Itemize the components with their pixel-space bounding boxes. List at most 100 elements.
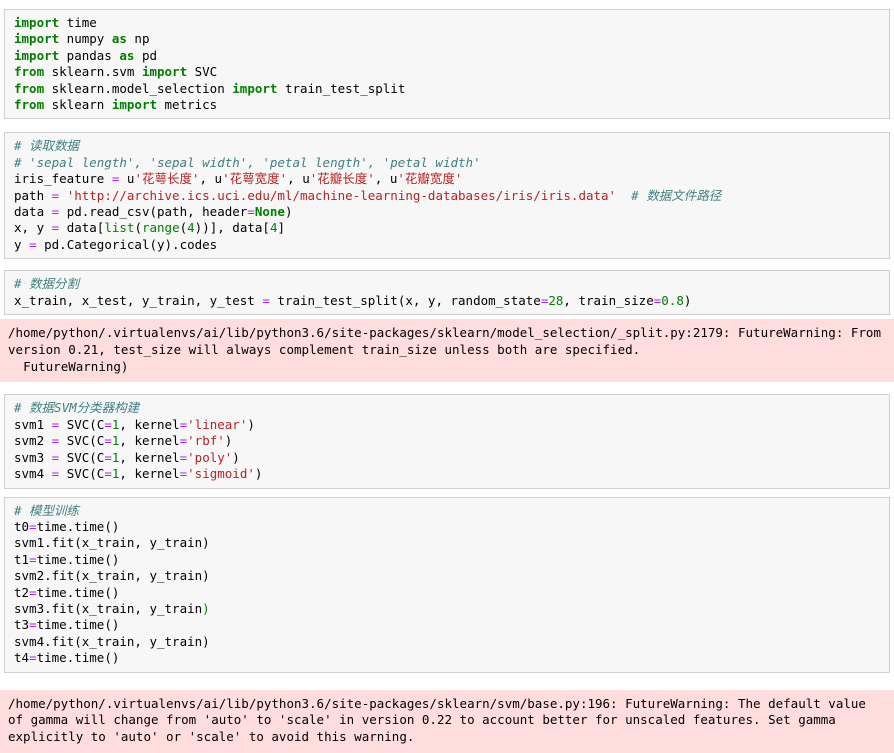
code-token: = (104, 416, 112, 432)
code-line: svm4 = SVC(C=1, kernel='sigmoid') (14, 466, 889, 482)
code-token: data[ (59, 220, 105, 236)
code-token: = (29, 584, 37, 600)
code-token: 4 (187, 220, 195, 236)
code-line: t3=time.time() (14, 617, 889, 633)
code-line: # 'sepal length', 'sepal width', 'petal … (14, 155, 889, 171)
code-token: svm4.fit(x_train, y_train) (14, 633, 210, 649)
code-token: import (14, 31, 60, 47)
code-line: # 模型训练 (14, 503, 889, 519)
code-token: as (119, 47, 135, 63)
code-line: svm3.fit(x_train, y_train) (14, 601, 889, 617)
code-token: numpy (59, 31, 112, 47)
code-token: svm2 (14, 433, 52, 449)
code-token: from (14, 80, 45, 96)
cell-split-data[interactable]: # 数据分割 x_train, x_test, y_train, y_test =… (4, 270, 890, 316)
code-token: ) (254, 466, 263, 482)
code-token: svm2.fit(x_train, y_train) (14, 568, 210, 584)
code-line: svm3 = SVC(C=1, kernel='poly') (14, 450, 889, 466)
code-token: sklearn.model_selection (44, 80, 233, 96)
code-token: , u (287, 171, 310, 187)
code-line: from sklearn.svm import SVC (14, 64, 889, 80)
code-token: time.time() (36, 551, 120, 567)
code-token: = (247, 204, 255, 220)
code-token: x_train, x_test, y_train, y_test (14, 292, 263, 308)
code-line: x_train, x_test, y_train, y_test = train… (14, 293, 889, 309)
code-line: # 读取数据 (14, 138, 889, 154)
code-token: , kernel (119, 466, 180, 482)
code-line: x, y = data[list(range(4))], data[4] (14, 220, 889, 236)
code-token: = (179, 466, 188, 482)
code-token: pd (134, 47, 158, 63)
code-token: t1 (14, 551, 30, 567)
cell-train-model[interactable]: # 模型训练 t0=time.time() svm1.fit(x_train, y_… (4, 496, 890, 673)
code-token: SVC(C (59, 466, 105, 482)
code-line: y = pd.Categorical(y).codes (14, 237, 889, 253)
code-token: pandas (59, 47, 120, 63)
code-token: = (179, 416, 188, 432)
code-token: train_test_split (277, 80, 406, 96)
code-line: import numpy as np (14, 31, 889, 47)
code-token: 28 (548, 292, 564, 308)
code-line: from sklearn.model_selection import trai… (14, 81, 889, 97)
code-token: , train_size (563, 292, 654, 308)
cell-gap (0, 259, 894, 270)
code-token: ( (134, 220, 142, 236)
warning-line: FutureWarning) (8, 358, 129, 374)
output-futurewarning-split: /home/python/.virtualenvs/ai/lib/python3… (0, 319, 894, 383)
code-token: time.time() (36, 617, 120, 633)
code-token: ) (202, 600, 210, 616)
cell-gap (0, 489, 894, 497)
code-line: data = pd.read_csv(path, header=None) (14, 204, 889, 220)
code-token: , u (374, 171, 398, 187)
code-token: # 数据SVM分类器构建 (14, 400, 140, 416)
code-token: t0 (14, 518, 30, 534)
code-token: = (104, 433, 112, 449)
code-token: ) (284, 204, 293, 220)
code-token: from (14, 64, 45, 80)
code-token: range (141, 220, 180, 236)
code-token: = (29, 518, 37, 534)
code-token: time.time() (36, 518, 120, 534)
code-token: import (14, 15, 60, 30)
warning-line: /home/python/.virtualenvs/ai/lib/python3… (8, 325, 889, 357)
code-token: time (59, 15, 97, 30)
code-line: t0=time.time() (14, 519, 889, 535)
code-line: svm2 = SVC(C=1, kernel='rbf') (14, 433, 889, 449)
cell-build-svm[interactable]: # 数据SVM分类器构建 svm1 = SVC(C=1, kernel='line… (4, 394, 890, 489)
code-token: path (14, 187, 52, 203)
code-token: time.time() (36, 650, 120, 666)
code-token: = (29, 551, 37, 567)
code-token: import (14, 47, 60, 63)
code-token: SVC (187, 64, 218, 80)
code-token: SVC(C (59, 433, 105, 449)
code-token: t3 (14, 617, 30, 633)
code-token: ) (683, 292, 692, 308)
code-token: = (179, 433, 188, 449)
code-token: svm1 (14, 416, 52, 432)
notebook-cells: import time import numpy as np import pand… (0, 9, 894, 753)
cell-read-data[interactable]: # 读取数据 # 'sepal length', 'sepal width', '… (4, 132, 890, 260)
code-token: svm3.fit(x_train, y_train (14, 600, 203, 616)
code-token: ) (224, 433, 233, 449)
code-token: 0.8 (661, 292, 684, 308)
code-token: pd.Categorical(y).codes (36, 236, 218, 252)
code-token: '花萼长度' (134, 171, 200, 187)
code-line: svm4.fit(x_train, y_train) (14, 634, 889, 650)
code-token: list (104, 220, 135, 236)
code-token: = (262, 292, 270, 308)
output-futurewarning-gamma: /home/python/.virtualenvs/ai/lib/python3… (0, 689, 894, 753)
code-token: , kernel (119, 433, 180, 449)
code-line: t4=time.time() (14, 650, 889, 666)
code-line: svm1.fit(x_train, y_train) (14, 535, 889, 551)
cell-imports[interactable]: import time import numpy as np import pand… (4, 9, 890, 120)
code-token: pd.read_csv(path, header (59, 204, 248, 220)
code-token: u (119, 171, 135, 187)
code-token: ))], data[ (194, 220, 270, 236)
code-token: sklearn.svm (44, 64, 142, 80)
code-token: 'sigmoid' (187, 466, 255, 482)
code-token: sklearn (44, 97, 112, 113)
code-token: , kernel (119, 416, 180, 432)
code-token: t4 (14, 650, 30, 666)
code-token: = (179, 449, 188, 465)
